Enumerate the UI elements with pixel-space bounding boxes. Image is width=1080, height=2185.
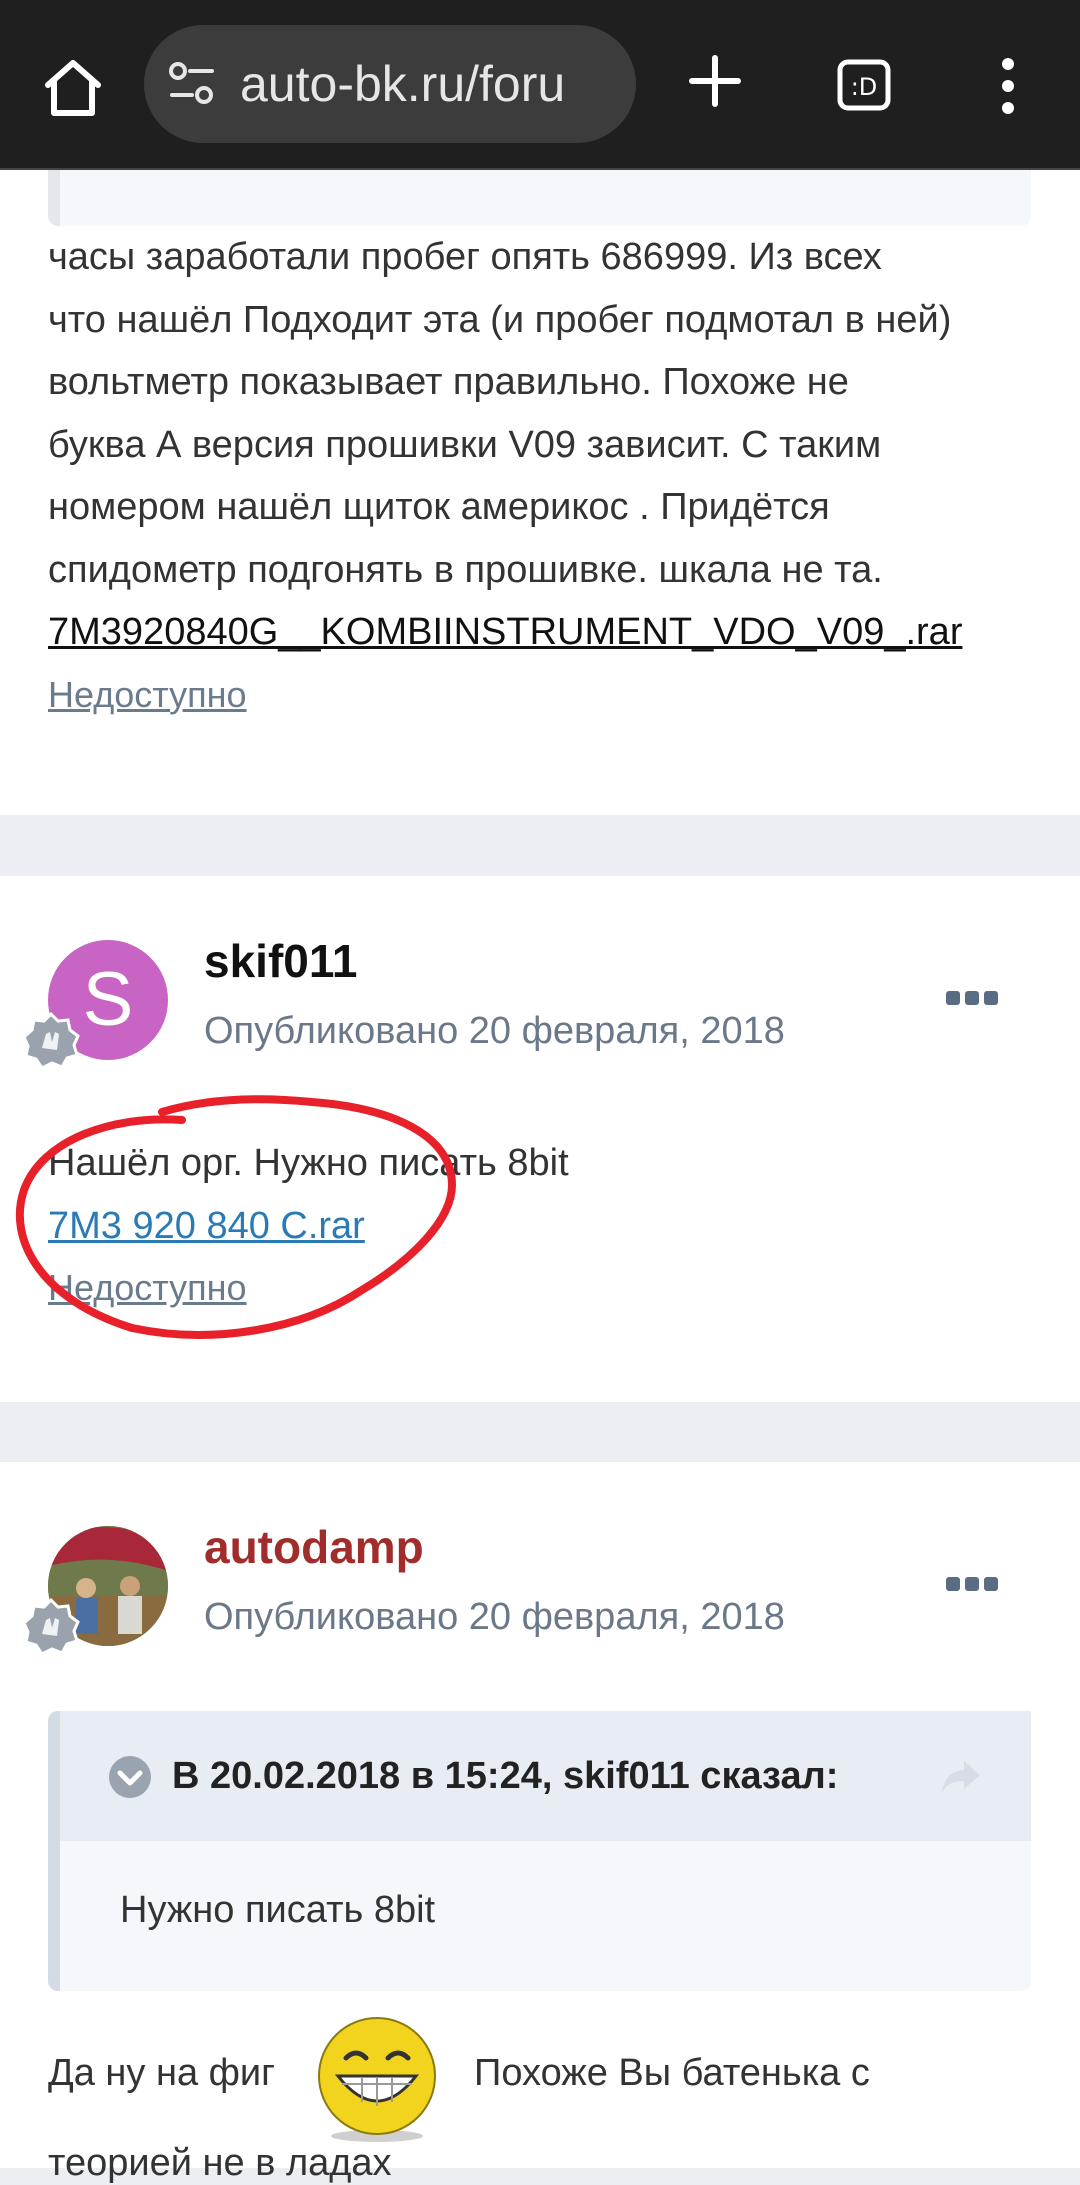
tune-icon[interactable] bbox=[168, 61, 216, 107]
attachment-link[interactable]: 7M3920840G__KOMBIINSTRUMENT_VDO_V09_.rar bbox=[48, 611, 962, 653]
post-text-line: вольтметр показывает правильно. Похоже н… bbox=[48, 361, 849, 403]
post-text-line: номером нашёл щиток америкос . Придётся bbox=[48, 486, 830, 528]
post-content: часы заработали пробег опять 686999. Из … bbox=[48, 226, 1048, 726]
home-icon[interactable] bbox=[40, 55, 106, 121]
rank-badge-icon bbox=[22, 1598, 80, 1656]
browser-toolbar: auto-bk.ru/foru :D bbox=[0, 0, 1080, 170]
post-date: Опубликовано 20 февраля, 2018 bbox=[204, 1010, 785, 1052]
quote-text: Нужно писать 8bit bbox=[120, 1889, 436, 1931]
unavailable-link[interactable]: Недоступно bbox=[48, 674, 247, 715]
more-vert-icon[interactable] bbox=[993, 56, 1023, 116]
forum-post: часы заработали пробег опять 686999. Из … bbox=[0, 170, 1080, 815]
author-name[interactable]: autodamp bbox=[204, 1520, 424, 1574]
quote-citation: В 20.02.2018 в 15:24, skif011 сказал: bbox=[172, 1755, 839, 1797]
author-name[interactable]: skif011 bbox=[204, 934, 357, 988]
more-horiz-icon[interactable] bbox=[946, 988, 998, 1008]
post-text-line: Похоже Вы батенька с bbox=[474, 2052, 870, 2094]
quote-header[interactable]: В 20.02.2018 в 15:24, skif011 сказал: bbox=[60, 1711, 1031, 1841]
quote-block: В 20.02.2018 в 15:24, skif011 сказал: Ну… bbox=[48, 1711, 1031, 1991]
post-text-line: часы заработали пробег опять 686999. Из … bbox=[48, 236, 882, 278]
post-text-line: Да ну на фиг bbox=[48, 2052, 275, 2094]
post-text-line: буква А версия прошивки V09 зависит. С т… bbox=[48, 423, 882, 466]
post-text-line: что нашёл Подходит эта (и пробег подмота… bbox=[48, 298, 952, 341]
url-text[interactable]: auto-bk.ru/foru bbox=[240, 55, 565, 113]
svg-text::D: :D bbox=[851, 73, 878, 101]
quote-block bbox=[48, 170, 1031, 226]
rank-badge-icon bbox=[22, 1012, 80, 1070]
plus-icon[interactable] bbox=[686, 52, 744, 110]
grin-emoji-icon bbox=[318, 2017, 436, 2142]
address-bar[interactable]: auto-bk.ru/foru bbox=[144, 25, 636, 143]
post-date: Опубликовано 20 февраля, 2018 bbox=[204, 1596, 785, 1638]
post-text-line: теорией не в ладах bbox=[48, 2142, 392, 2184]
chevron-down-icon[interactable] bbox=[108, 1755, 152, 1799]
tabs-icon[interactable]: :D bbox=[836, 58, 892, 112]
post-text-line: спидометр подгонять в прошивке. шкала не… bbox=[48, 548, 883, 591]
share-arrow-icon[interactable] bbox=[940, 1759, 982, 1795]
highlight-circle-annotation bbox=[15, 1095, 457, 1339]
more-horiz-icon[interactable] bbox=[946, 1574, 998, 1594]
forum-post: autodamp Опубликовано 20 февраля, 2018 В… bbox=[0, 1462, 1080, 2184]
